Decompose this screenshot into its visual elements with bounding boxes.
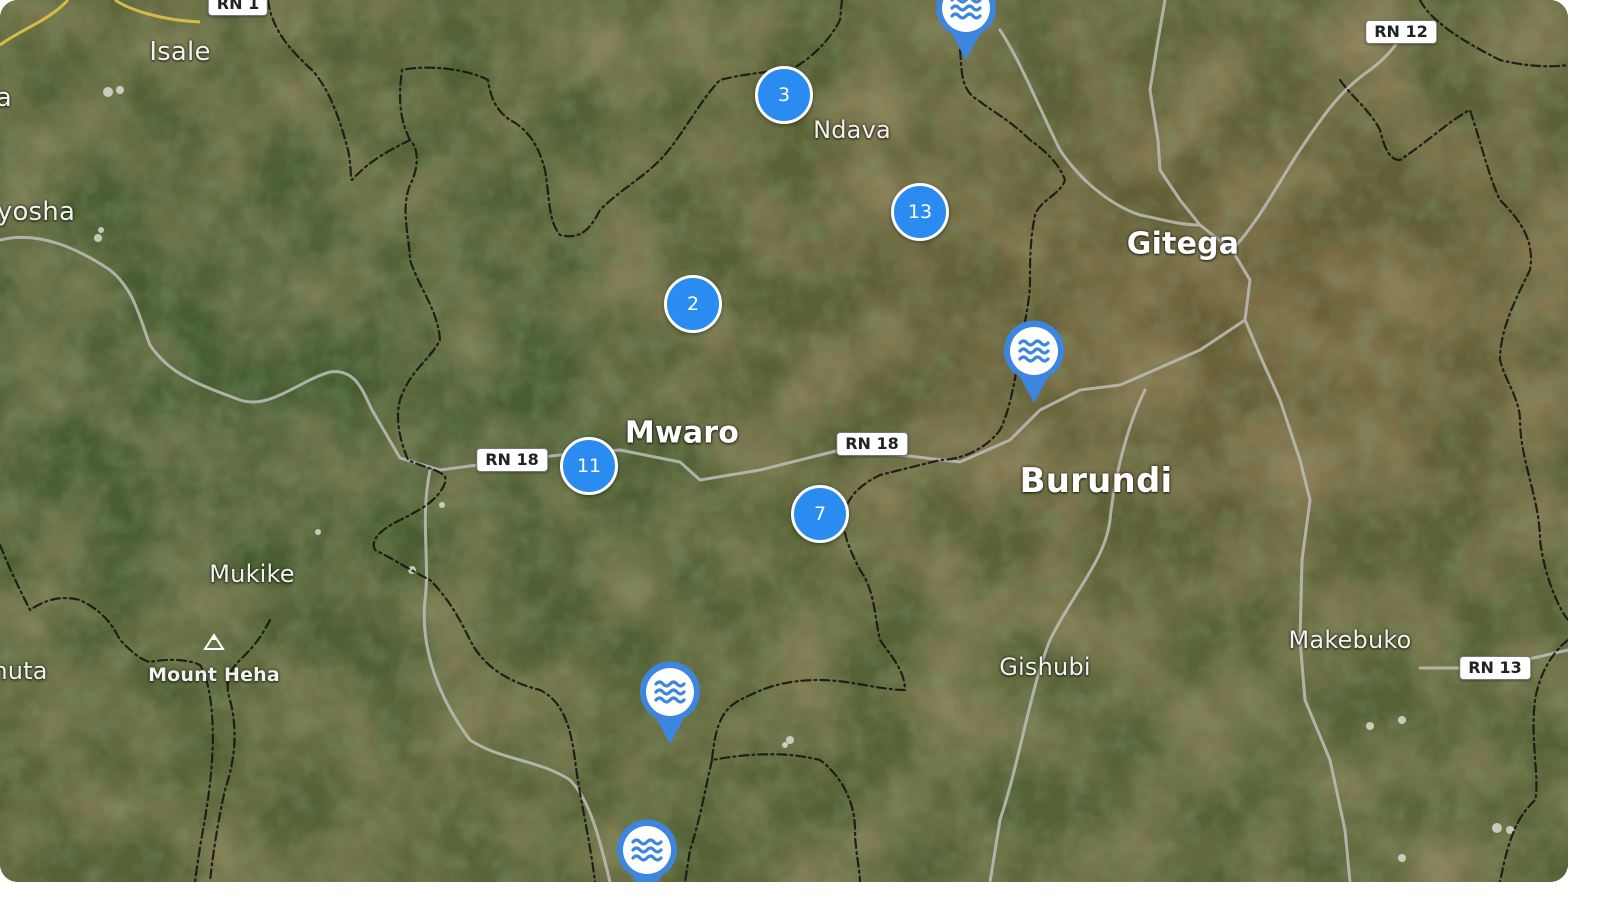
place-label-edge: a (0, 83, 13, 113)
place-label-mount-heha: Mount Heha (148, 664, 280, 686)
place-label-mukike: Mukike (209, 560, 295, 588)
place-label-gitega: Gitega (1126, 226, 1240, 262)
road-shield-rn12: RN 12 (1365, 20, 1437, 44)
road-shield-rn13: RN 13 (1459, 656, 1531, 680)
cluster-marker[interactable]: 13 (891, 183, 949, 241)
cluster-count: 7 (813, 503, 827, 525)
place-label-muta: nuta (0, 657, 48, 685)
mountain-peak-icon (203, 633, 225, 650)
place-label-gishubi: Gishubi (999, 653, 1091, 681)
satellite-basemap (0, 0, 1568, 882)
place-label-burundi: Burundi (1019, 461, 1173, 501)
water-pin-marker[interactable] (1002, 319, 1066, 405)
place-label-ndava: Ndava (813, 116, 891, 144)
cluster-count: 11 (576, 455, 602, 477)
place-label-isale: Isale (149, 37, 211, 67)
cluster-marker[interactable]: 2 (664, 275, 722, 333)
water-pin-marker[interactable] (638, 660, 702, 746)
cluster-marker[interactable]: 7 (791, 485, 849, 543)
road-shield-rn18-west: RN 18 (476, 448, 548, 472)
road-shield-rn18-east: RN 18 (836, 432, 908, 456)
cluster-count: 13 (907, 201, 933, 223)
cluster-count: 2 (686, 293, 700, 315)
cluster-count: 3 (777, 84, 791, 106)
water-pin-marker[interactable] (934, 0, 998, 62)
map-viewport[interactable]: Isale yosha a Ndava Gitega Mwaro Burundi… (0, 0, 1568, 882)
cluster-marker[interactable]: 11 (560, 437, 618, 495)
place-label-mwaro: Mwaro (624, 415, 740, 451)
road-shield-rn1: RN 1 (207, 0, 269, 16)
cluster-marker[interactable]: 3 (755, 66, 813, 124)
place-label-yosha: yosha (0, 197, 76, 227)
place-label-makebuko: Makebuko (1288, 626, 1412, 654)
water-pin-marker[interactable] (615, 818, 679, 882)
